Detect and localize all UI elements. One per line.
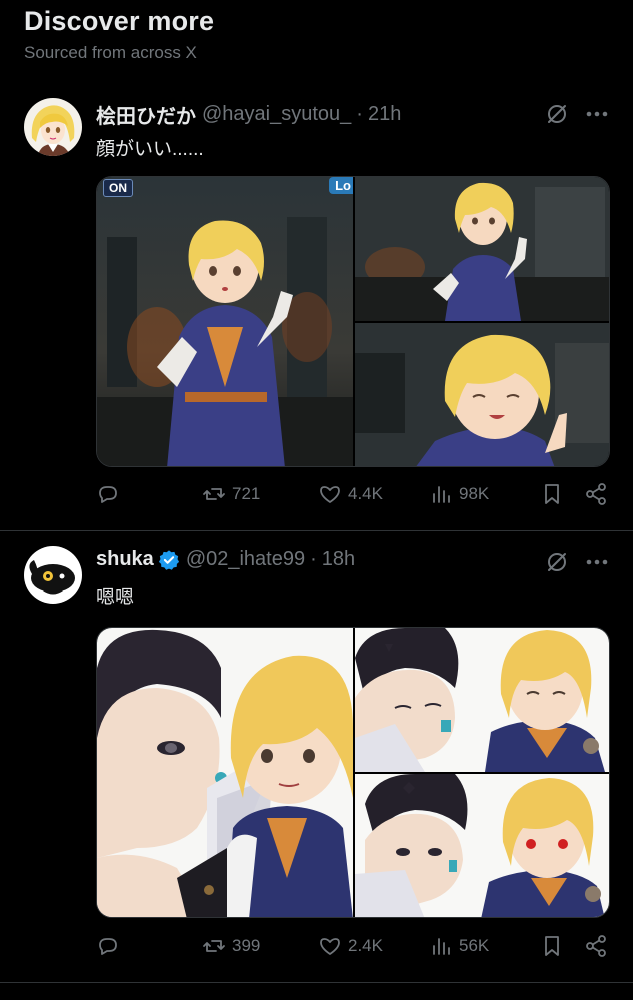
repost-button[interactable]: 399 <box>202 934 260 958</box>
media-image-3[interactable] <box>355 323 609 466</box>
post-text: 嗯嗯 <box>96 587 135 608</box>
media-image-1[interactable] <box>97 628 353 917</box>
repost-icon <box>203 488 225 500</box>
reply-icon <box>99 938 117 955</box>
views-button[interactable]: 56K <box>429 934 489 958</box>
timestamp[interactable]: 18h <box>322 548 355 571</box>
avatar[interactable] <box>24 546 82 604</box>
repost-button[interactable]: 721 <box>202 482 260 506</box>
reply-button[interactable] <box>96 934 120 958</box>
views-icon <box>433 486 450 503</box>
share-icon <box>586 483 606 505</box>
section-title: Discover more <box>24 6 215 36</box>
like-count: 4.4K <box>348 484 383 503</box>
separator: · <box>310 548 317 570</box>
post-divider <box>0 982 633 983</box>
bookmark-icon <box>545 484 559 504</box>
post-header: shuka @02_ihate99 · 18h <box>96 548 355 571</box>
like-button[interactable]: 2.4K <box>318 934 383 958</box>
media-image-3[interactable] <box>355 774 609 917</box>
views-button[interactable]: 98K <box>429 482 489 506</box>
bookmark-icon <box>545 936 559 956</box>
post-divider <box>0 530 633 531</box>
heart-icon <box>320 938 340 955</box>
avatar[interactable] <box>24 98 82 156</box>
display-name[interactable]: shuka <box>96 548 154 571</box>
post-actions: 399 2.4K 56K <box>96 934 610 964</box>
like-button[interactable]: 4.4K <box>318 482 383 506</box>
like-count: 2.4K <box>348 936 383 955</box>
heart-icon <box>320 486 340 503</box>
media-badge-on: ON <box>103 179 133 197</box>
share-button[interactable] <box>584 482 608 506</box>
media-grid[interactable] <box>96 627 610 918</box>
media-image-2[interactable] <box>355 628 609 772</box>
discover-more-header: Discover more Sourced from across X <box>24 6 214 63</box>
grok-icon[interactable] <box>545 102 569 126</box>
display-name[interactable]: 桧田ひだか <box>96 100 196 129</box>
repost-count: 721 <box>232 484 261 503</box>
view-count: 56K <box>459 936 490 955</box>
reply-icon <box>99 486 117 503</box>
views-icon <box>433 938 450 955</box>
handle[interactable]: @hayai_syutou_ <box>202 103 351 126</box>
separator: · <box>356 103 363 125</box>
media-image-1[interactable]: ON Lo <box>97 177 353 466</box>
post-actions: 721 4.4K 98K <box>96 482 610 512</box>
post-text: 顔がいい...... <box>96 139 204 160</box>
bookmark-button[interactable] <box>540 482 564 506</box>
repost-icon <box>203 940 225 952</box>
handle[interactable]: @02_ihate99 <box>186 548 305 571</box>
bookmark-button[interactable] <box>540 934 564 958</box>
media-grid[interactable]: ON Lo <box>96 176 610 467</box>
reply-button[interactable] <box>96 482 120 506</box>
grok-icon[interactable] <box>545 550 569 574</box>
more-icon[interactable] <box>584 550 610 574</box>
more-icon[interactable] <box>584 102 610 126</box>
view-count: 98K <box>459 484 490 503</box>
media-badge-lo: Lo <box>329 177 353 194</box>
post-header: 桧田ひだか @hayai_syutou_ · 21h <box>96 100 401 129</box>
repost-count: 399 <box>232 936 261 955</box>
media-image-2[interactable] <box>355 177 609 321</box>
verified-badge-icon <box>158 549 179 570</box>
share-icon <box>586 935 606 957</box>
timestamp[interactable]: 21h <box>368 103 401 126</box>
share-button[interactable] <box>584 934 608 958</box>
section-subtitle: Sourced from across X <box>24 43 197 62</box>
